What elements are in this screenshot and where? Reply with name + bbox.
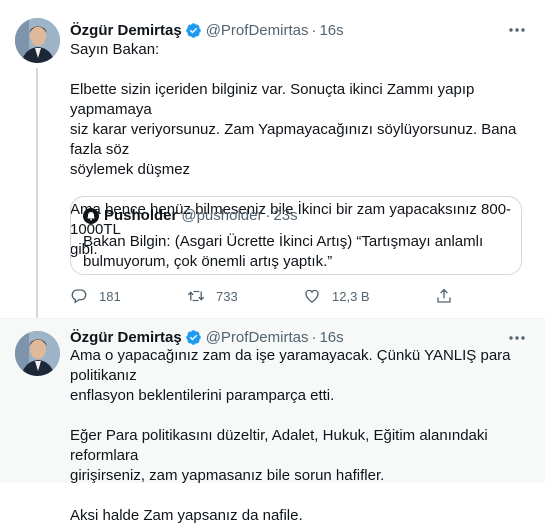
tweet-line: siz karar veriyorsunuz. Zam Yapmayacağın… [70,121,517,158]
quoted-tweet-text: Bakan Bilgin: (Asgari Ücrette İkinci Art… [83,232,503,272]
tweet-line: Eğer Para politikasını düzeltir, Adalet,… [70,427,488,464]
author-handle[interactable]: @ProfDemirtas [206,329,309,346]
tweet-line [70,60,530,80]
like-button[interactable]: 12,3 B [303,287,370,305]
quoted-tweet-card[interactable]: Pusholder @pusholder · 23s Bakan Bilgin:… [70,196,522,275]
reply-count: 181 [99,288,121,304]
tweet-line [70,406,530,426]
tweet-actions: 181 733 12,3 B [70,287,470,307]
tweet[interactable]: Özgür Demirtaş @ProfDemirtas · 16s Ama o… [0,318,545,524]
profile-photo [15,18,60,63]
quoted-tweet-header: Pusholder @pusholder · 23s [83,207,298,224]
share-icon [437,288,451,303]
tweet-line: Ama o yapacağınız zam da işe yaramayacak… [70,347,511,384]
share-button[interactable] [435,287,462,305]
quoted-avatar [83,207,99,224]
retweet-count: 733 [216,288,238,304]
reply-icon [71,289,87,304]
reply-button[interactable]: 181 [70,287,121,305]
timestamp[interactable]: 16s [319,329,343,346]
quoted-line: Bakan Bilgin: (Asgari Ücrette İkinci Art… [83,233,484,250]
tweet-line: enflasyon beklentilerini paramparça etti… [70,387,335,404]
verified-badge-icon [185,22,201,38]
separator-dot: · [311,328,317,346]
author-name[interactable]: Özgür Demirtaş [70,22,182,39]
quoted-author-handle: @pusholder [181,207,263,224]
avatar[interactable] [15,18,60,63]
tweet-line: söylemek düşmez [70,161,191,178]
tweet-line: Sayın Bakan: [70,41,160,58]
tweet-header: Özgür Demirtaş @ProfDemirtas · 16s [70,327,344,347]
tweet-header: Özgür Demirtaş @ProfDemirtas · 16s [70,20,344,40]
separator-dot: · [265,207,271,224]
more-options-icon[interactable] [507,329,527,347]
timestamp[interactable]: 16s [319,22,343,39]
tweet[interactable]: Özgür Demirtaş @ProfDemirtas · 16s Sayın… [0,0,545,318]
more-options-icon[interactable] [507,21,527,39]
tweet-line: girişirseniz, zam yapmasanız bile sorun … [70,467,385,484]
verified-badge-icon [185,329,201,345]
tweet-line: Aksi halde Zam yapsanız da nafile. [70,507,303,524]
like-icon [305,289,319,303]
quoted-author-name: Pusholder [104,207,178,224]
separator-dot: · [311,21,317,39]
author-handle[interactable]: @ProfDemirtas [206,22,309,39]
tweet-line [70,486,530,506]
tweet-line: Elbette sizin içeriden bilginiz var. Son… [70,81,475,118]
thread-connector-line [36,68,38,318]
author-name[interactable]: Özgür Demirtaş [70,329,182,346]
like-count: 12,3 B [332,288,370,304]
tweet-text: Ama o yapacağınız zam da işe yaramayacak… [70,346,530,526]
profile-photo [15,331,60,376]
bell-icon [87,211,95,220]
quoted-timestamp: 23s [273,207,298,224]
retweet-icon [187,290,205,302]
quoted-line: bulmuyorum, çok önemli artış yaptık.” [83,253,333,270]
retweet-button[interactable]: 733 [187,287,238,305]
avatar[interactable] [15,331,60,376]
